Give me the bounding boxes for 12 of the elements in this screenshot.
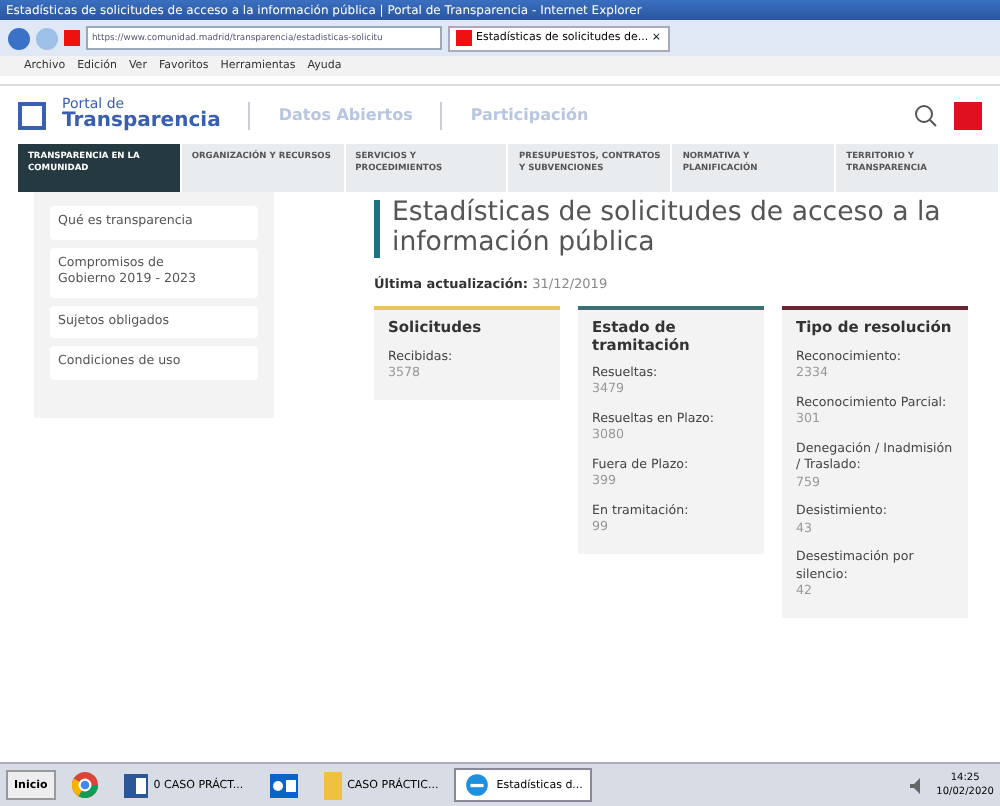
mail-icon bbox=[269, 773, 298, 797]
page-title: Estadísticas de solicitudes de acceso a la información pública bbox=[392, 200, 943, 259]
chrome-like-circle-icon bbox=[71, 772, 98, 798]
folder-icon bbox=[323, 771, 342, 799]
document-icon bbox=[123, 773, 148, 797]
search-icon[interactable] bbox=[914, 103, 938, 127]
browser-e-icon bbox=[464, 772, 491, 798]
back-icon[interactable] bbox=[8, 27, 30, 49]
site-favicon bbox=[64, 30, 80, 46]
site-favicon bbox=[456, 30, 472, 46]
logo-square-icon bbox=[18, 101, 46, 129]
emblem-icon bbox=[954, 101, 982, 129]
